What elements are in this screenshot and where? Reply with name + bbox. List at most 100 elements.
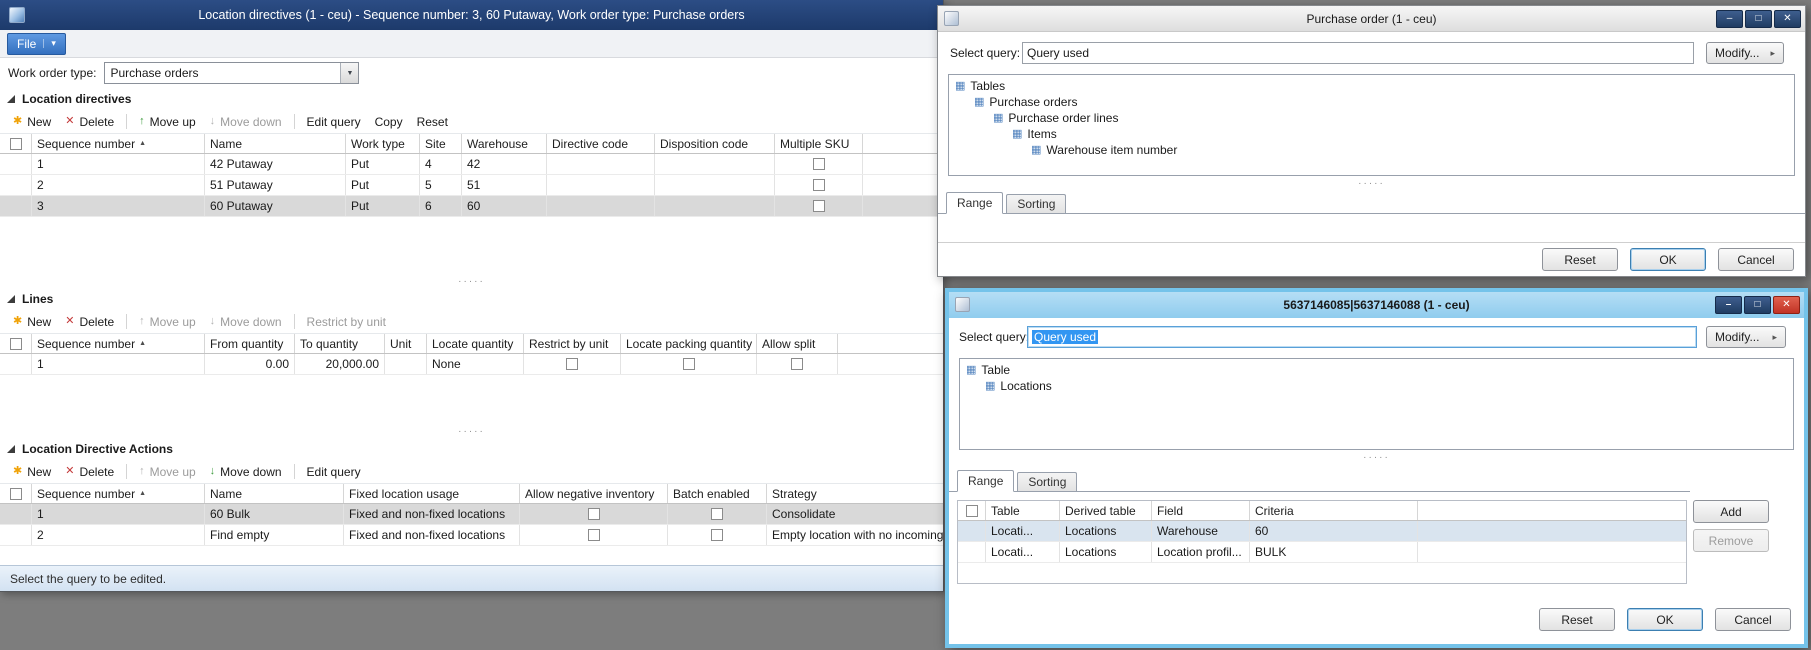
tree-item-items[interactable]: ▦Items [949, 126, 1794, 142]
toolbar-button-move-up[interactable]: ↑Move up [132, 313, 203, 331]
minimize-button[interactable]: – [1716, 10, 1743, 28]
checkbox[interactable] [588, 529, 600, 541]
close-button[interactable]: ✕ [1774, 10, 1801, 28]
checkbox[interactable] [10, 338, 22, 350]
cell-restrict-by-unit[interactable] [524, 354, 621, 374]
resize-grip[interactable]: ····· [0, 426, 943, 438]
column-header-locate-quantity[interactable]: Locate quantity [427, 334, 524, 353]
collapse-icon[interactable] [7, 445, 15, 453]
cell-batch-enabled[interactable] [668, 525, 767, 545]
cancel-button[interactable]: Cancel [1718, 248, 1794, 271]
checkbox[interactable] [10, 138, 22, 150]
column-header-field[interactable]: Field [1152, 501, 1250, 520]
cell-multiple-sku[interactable] [775, 175, 863, 195]
row-selector-cell[interactable] [0, 504, 32, 524]
column-header-name[interactable]: Name [205, 134, 346, 153]
tab-sorting[interactable]: Sorting [1006, 194, 1066, 213]
toolbar-button-move-up[interactable]: ↑Move up [132, 113, 203, 131]
cell-allow-negative-inventory[interactable] [520, 525, 668, 545]
remove-button[interactable]: Remove [1693, 529, 1769, 552]
toolbar-button-copy[interactable]: Copy [368, 113, 410, 131]
ok-button[interactable]: OK [1630, 248, 1706, 271]
tree-item-table[interactable]: ▦Table [960, 362, 1793, 378]
column-header-restrict-by-unit[interactable]: Restrict by unit [524, 334, 621, 353]
checkbox[interactable] [588, 508, 600, 520]
toolbar-button-delete[interactable]: ✕Delete [58, 463, 121, 481]
select-all-checkbox[interactable] [958, 501, 986, 520]
column-header-table[interactable]: Table [986, 501, 1060, 520]
file-menu-button[interactable]: File ▾ [7, 33, 66, 55]
close-button[interactable]: ✕ [1773, 296, 1800, 314]
column-header-multiple-sku[interactable]: Multiple SKU [775, 134, 863, 153]
toolbar-button-move-down[interactable]: ↓Move down [203, 463, 289, 481]
column-header-fixed-location-usage[interactable]: Fixed location usage [344, 484, 520, 503]
table-row[interactable]: 160 BulkFixed and non-fixed locationsCon… [0, 504, 943, 525]
column-header-sequence-number[interactable]: Sequence number▲ [32, 484, 205, 503]
column-header-allow-split[interactable]: Allow split [757, 334, 838, 353]
toolbar-button-restrict-by-unit[interactable]: Restrict by unit [300, 313, 393, 331]
work-order-type-select[interactable]: Purchase orders ▼ [104, 62, 359, 84]
ok-button[interactable]: OK [1627, 608, 1703, 631]
select-all-checkbox[interactable] [0, 334, 32, 353]
main-titlebar[interactable]: Location directives (1 - ceu) - Sequence… [0, 0, 943, 30]
column-header-warehouse[interactable]: Warehouse [462, 134, 547, 153]
toolbar-button-new[interactable]: ✱New [6, 113, 58, 131]
checkbox[interactable] [566, 358, 578, 370]
reset-button[interactable]: Reset [1542, 248, 1618, 271]
checkbox[interactable] [711, 508, 723, 520]
select-query-input[interactable]: Query used [1022, 42, 1694, 64]
row-selector-cell[interactable] [958, 521, 986, 541]
column-header-site[interactable]: Site [420, 134, 462, 153]
cell-allow-negative-inventory[interactable] [520, 504, 668, 524]
resize-grip[interactable]: ····· [0, 276, 943, 288]
select-all-checkbox[interactable] [0, 134, 32, 153]
checkbox[interactable] [711, 529, 723, 541]
column-header-criteria[interactable]: Criteria [1250, 501, 1418, 520]
resize-grip[interactable]: ····· [949, 452, 1804, 464]
toolbar-button-move-up[interactable]: ↑Move up [132, 463, 203, 481]
cell-multiple-sku[interactable] [775, 196, 863, 216]
titlebar[interactable]: 5637146085|5637146088 (1 - ceu) – □ ✕ [949, 292, 1804, 318]
toolbar-button-new[interactable]: ✱New [6, 463, 58, 481]
tree-item-warehouse-item-number[interactable]: ▦Warehouse item number [949, 142, 1794, 158]
table-row[interactable]: Locati...LocationsLocation profil...BULK [958, 542, 1686, 563]
column-header-sequence-number[interactable]: Sequence number▲ [32, 134, 205, 153]
column-header-strategy[interactable]: Strategy [767, 484, 943, 503]
select-all-checkbox[interactable] [0, 484, 32, 503]
toolbar-button-new[interactable]: ✱New [6, 313, 58, 331]
toolbar-button-reset[interactable]: Reset [410, 113, 455, 131]
cell-batch-enabled[interactable] [668, 504, 767, 524]
tab-range[interactable]: Range [946, 192, 1003, 214]
toolbar-button-delete[interactable]: ✕Delete [58, 113, 121, 131]
column-header-locate-packing-quantity[interactable]: Locate packing quantity [621, 334, 757, 353]
tab-range[interactable]: Range [957, 470, 1014, 492]
collapse-icon[interactable] [7, 95, 15, 103]
column-header-batch-enabled[interactable]: Batch enabled [668, 484, 767, 503]
row-selector-cell[interactable] [0, 525, 32, 545]
table-row[interactable]: 360 PutawayPut660 [0, 196, 943, 217]
checkbox[interactable] [813, 179, 825, 191]
row-selector-cell[interactable] [958, 542, 986, 562]
titlebar[interactable]: Purchase order (1 - ceu) – □ ✕ [938, 6, 1805, 32]
table-row[interactable]: 251 PutawayPut551 [0, 175, 943, 196]
minimize-button[interactable]: – [1715, 296, 1742, 314]
checkbox[interactable] [791, 358, 803, 370]
checkbox[interactable] [813, 200, 825, 212]
checkbox[interactable] [966, 505, 978, 517]
column-header-directive-code[interactable]: Directive code [547, 134, 655, 153]
table-row[interactable]: 142 PutawayPut442 [0, 154, 943, 175]
resize-grip[interactable]: ····· [938, 178, 1805, 190]
modify-button[interactable]: Modify... ▸ [1706, 42, 1784, 64]
toolbar-button-edit-query[interactable]: Edit query [300, 463, 368, 481]
add-button[interactable]: Add [1693, 500, 1769, 523]
tree-item-locations[interactable]: ▦Locations [960, 378, 1793, 394]
tree-item-purchase-orders[interactable]: ▦Purchase orders [949, 94, 1794, 110]
cell-multiple-sku[interactable] [775, 154, 863, 174]
row-selector-cell[interactable] [0, 354, 32, 374]
column-header-name[interactable]: Name [205, 484, 344, 503]
column-header-disposition-code[interactable]: Disposition code [655, 134, 775, 153]
select-query-input[interactable]: Query used [1027, 326, 1697, 348]
tree-item-purchase-order-lines[interactable]: ▦Purchase order lines [949, 110, 1794, 126]
toolbar-button-edit-query[interactable]: Edit query [300, 113, 368, 131]
cell-locate-packing-quantity[interactable] [621, 354, 757, 374]
